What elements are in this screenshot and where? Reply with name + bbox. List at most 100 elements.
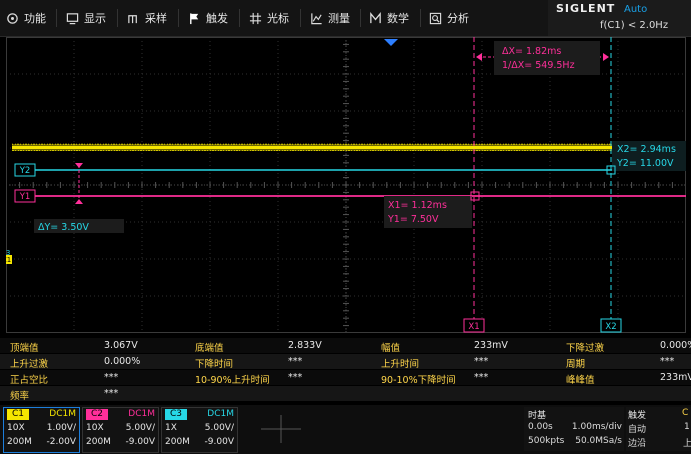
measurement-value: *** [660,356,675,367]
run-mode: Auto [624,4,648,15]
analysis-icon [429,12,442,25]
measurement-label: 10-90%上升时间 [195,375,270,386]
channel-bandwidth: 200M [7,437,32,447]
measurement-row: 正占空比 *** 10-90%上升时间 *** 90-10%下降时间 *** 峰峰值 233m… [0,370,691,386]
c1-offset-marker: C1 [6,256,11,264]
trigger-source: C [682,408,689,418]
channel-probe: 10X [7,423,25,433]
measurement-label: 幅值 [381,343,401,354]
channel-header: C3 DC1M [162,408,237,421]
channel-scale: 5.00V/ [125,423,155,433]
timebase-title: 时基 [528,411,547,421]
menu-math[interactable]: 数学 [369,0,409,36]
measurement-value: 0.000% [660,340,691,351]
x1-readout: X1= 1.12ms [388,200,447,211]
menu-measure[interactable]: 测量 [310,0,350,36]
trigger-panel[interactable]: 触发 C 自动 1 边沿 上 [626,407,691,451]
channel-offset: -9.00V [204,437,234,447]
measurement-value: 233mV [474,340,508,351]
measurement-value: 0.000% [104,356,141,367]
measurement-label: 上升时间 [381,359,420,370]
measurement-row: 顶端值 3.067V 底端值 2.833V 幅值 233mV 下降过激 0.000% [0,338,691,354]
acquire-icon [127,12,140,25]
channel-probe: 10X [86,423,104,433]
channel-coupling: DC1M [207,409,234,419]
menu-function-label: 功能 [24,12,46,25]
menu-function[interactable]: 功能 [6,0,46,36]
measurement-value: *** [288,372,303,383]
measurement-label: 下降时间 [195,359,234,370]
channel-tag: C2 [86,409,108,420]
frequency-counter: f(C1) < 2.0Hz [600,20,669,31]
channel-header: C2 DC1M [83,408,158,421]
menu-acquire-label: 采样 [145,12,167,25]
timebase-scale: 1.00ms/div [571,422,622,432]
delta-y-readout: ΔY= 3.50V [38,222,89,233]
channel-box-c1[interactable]: C1 DC1M 10X 1.00V/ 200M -2.00V [3,407,80,453]
top-menu-bar: 功能 显示 采样 触发 光标 测量 数学 分析 SIGLENT Auto f(C… [0,0,691,37]
channel-offset: -2.00V [46,437,76,447]
brand-logo: SIGLENT [556,2,616,15]
menu-cursor[interactable]: 光标 [249,0,289,36]
menu-analysis[interactable]: 分析 [429,0,469,36]
channel-coupling: DC1M [128,409,155,419]
cursor-icon [249,12,262,25]
channel-bandwidth: 200M [86,437,111,447]
measurement-label: 峰峰值 [566,375,595,386]
trigger-flag-icon [188,12,201,25]
inverse-delta-x-readout: 1/ΔX= 549.5Hz [502,60,575,71]
menu-cursor-label: 光标 [267,12,289,25]
menu-measure-label: 测量 [328,12,350,25]
measurement-label: 90-10%下降时间 [381,375,456,386]
waveform-display[interactable]: ΔX= 1.82ms 1/ΔX= 549.5Hz X2= 2.94ms Y2= … [6,37,686,333]
measurement-value: 233mV [660,372,691,383]
measurement-value: 3.067V [104,340,138,351]
channel-tag: C1 [7,409,29,420]
channel-box-c2[interactable]: C2 DC1M 10X 5.00V/ 200M -9.00V [82,407,159,453]
measurement-value: *** [104,388,119,399]
measurement-label: 频率 [10,391,30,402]
trigger-title: 触发 [628,411,647,421]
measurement-label: 顶端值 [10,343,39,354]
channel-scale: 1.00V/ [46,423,76,433]
channel-offset: -9.00V [125,437,155,447]
channel-probe: 1X [165,423,177,433]
menu-trigger[interactable]: 触发 [188,0,228,36]
measurement-label: 周期 [566,359,586,370]
measure-icon [310,12,323,25]
y2-tag-label: Y2 [19,166,31,176]
math-icon [369,11,382,25]
channel-header: C1 DC1M [4,408,79,421]
measurement-value: *** [288,356,303,367]
measurement-row: 频率 *** [0,386,691,402]
channel-tag: C3 [165,409,187,420]
menu-acquire[interactable]: 采样 [127,0,167,36]
measurement-label: 底端值 [195,343,224,354]
menu-analysis-label: 分析 [447,12,469,25]
y1-readout: Y1= 7.50V [387,214,439,225]
timebase-delay: 0.00s [528,422,553,432]
measurement-value: *** [104,372,119,383]
display-icon [66,12,79,25]
measurement-label: 正占空比 [10,375,49,386]
menu-display-label: 显示 [84,12,106,25]
measurement-label: 上升过激 [10,359,49,370]
channel-status-bar: C1 DC1M 10X 1.00V/ 200M -2.00V C2 DC1M 1… [0,405,691,454]
channel-box-c3[interactable]: C3 DC1M 1X 5.00V/ 200M -9.00V [161,407,238,453]
channel-scale: 5.00V/ [204,423,234,433]
trigger-slope: 上 [683,439,691,449]
status-panel[interactable]: SIGLENT Auto f(C1) < 2.0Hz [548,0,691,36]
timebase-panel[interactable]: 时基 0.00s 1.00ms/div 500kpts 50.0MSa/s [524,407,624,451]
trigger-mode-value: 1 [684,422,690,432]
sample-rate: 50.0MSa/s [575,436,622,446]
x2-tag-label: X2 [605,322,616,332]
menu-math-label: 数学 [387,12,409,25]
function-icon [6,12,19,25]
c1-waveform [12,143,686,151]
memory-depth: 500kpts [528,436,565,446]
trigger-mode: 自动 [628,425,647,435]
measurement-value: 2.833V [288,340,322,351]
trigger-type: 边沿 [628,439,647,449]
measurement-label: 下降过激 [566,343,605,354]
menu-display[interactable]: 显示 [66,0,106,36]
